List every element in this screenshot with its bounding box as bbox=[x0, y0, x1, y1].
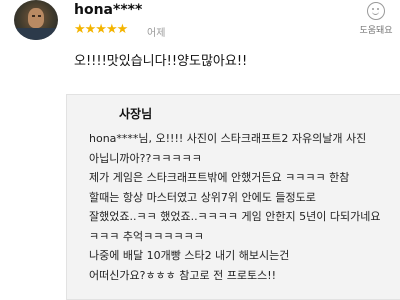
reply-owner-label: 사장님 bbox=[119, 107, 153, 121]
helpful-label: 도움돼요 bbox=[359, 26, 393, 36]
reply-text: hona****님, 오!!!! 사진이 스타크래프트2 자유의날개 사진 아닙… bbox=[89, 129, 389, 285]
reply-line: hona****님, 오!!!! 사진이 스타크래프트2 자유의날개 사진 bbox=[89, 132, 367, 145]
reply-line: ㅋㅋㅋ 추억ㅋㅋㅋㅋㅋㅋ bbox=[89, 229, 204, 243]
review-text: 오!!!!맛있습니다!!양도많아요!! bbox=[74, 54, 248, 69]
review-header: hona**** ★★★★★ 어제 도움돼요 bbox=[0, 0, 400, 40]
reply-line: 할때는 항상 마스터였고 상위7위 안에도 들정도로 bbox=[89, 190, 316, 204]
avatar-face bbox=[28, 8, 44, 28]
reply-line: 아닙니까아??ㅋㅋㅋㅋㅋ bbox=[89, 151, 202, 165]
reply-line: 제가 게임은 스타크래프트밖에 안했거든요 ㅋㅋㅋㅋ 한참 bbox=[89, 171, 350, 184]
owner-reply-box: 사장님 hona****님, 오!!!! 사진이 스타크래프트2 자유의날개 사… bbox=[66, 94, 400, 300]
reviewer-username: hona**** bbox=[74, 2, 143, 18]
reply-line: 어떠신가요?ㅎㅎㅎ 참고로 전 프로토스!! bbox=[89, 268, 277, 282]
reply-line: 나중에 배달 10개빵 스타2 내기 해보시는건 bbox=[89, 249, 290, 262]
avatar[interactable] bbox=[14, 0, 58, 40]
avatar-eye-right bbox=[38, 15, 41, 17]
helpful-button[interactable]: 도움돼요 bbox=[356, 2, 396, 38]
avatar-armor bbox=[14, 28, 58, 40]
review-date: 어제 bbox=[147, 28, 166, 39]
smiley-icon bbox=[367, 2, 385, 20]
avatar-eye-left bbox=[32, 15, 35, 17]
rating-stars: ★★★★★ bbox=[74, 22, 128, 37]
reply-line: 잘했었죠..ㅋㅋ 했었죠..ㅋㅋㅋㅋ 게임 안한지 5년이 다되가네요 bbox=[89, 210, 381, 223]
